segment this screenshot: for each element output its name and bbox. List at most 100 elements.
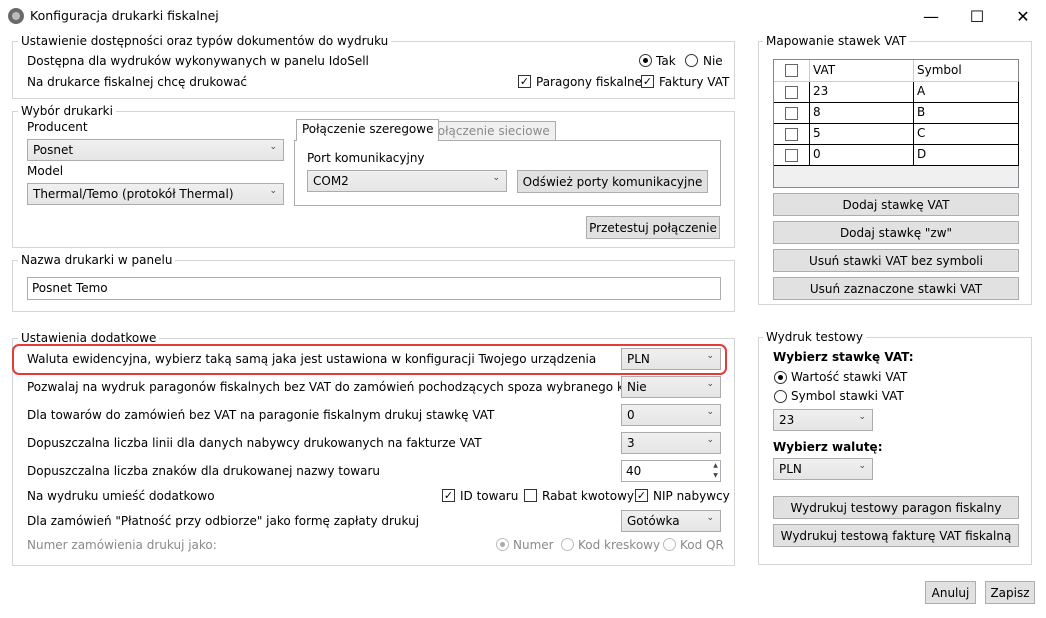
order-number-radio-qr[interactable] — [663, 538, 676, 551]
invoices-checkbox[interactable]: ✓ — [641, 75, 654, 88]
tab-network[interactable]: Połączenie sieciowe — [425, 121, 556, 141]
symbol-cell[interactable]: B — [914, 103, 1019, 124]
vat-mapping-legend: Mapowanie stawek VAT — [763, 34, 910, 48]
rate-symbol-radio[interactable] — [774, 390, 787, 403]
app-icon — [8, 8, 24, 24]
model-select[interactable]: Thermal/Temo (protokół Thermal) ⌄ — [27, 183, 284, 205]
spin-arrows-icon[interactable]: ▲ ▼ — [711, 461, 720, 483]
port-select[interactable]: COM2 ⌄ — [307, 170, 507, 192]
chevron-down-icon: ⌄ — [706, 513, 714, 523]
invoices-label: Faktury VAT — [659, 75, 730, 89]
test-currency-select[interactable]: PLN ⌄ — [773, 458, 873, 480]
nip-label: NIP nabywcy — [653, 489, 730, 503]
chevron-down-icon: ⌄ — [706, 407, 714, 417]
also-print-label: Na wydruku umieść dodatkowo — [27, 489, 215, 503]
extra-settings-legend: Ustawienia dodatkowe — [18, 331, 160, 345]
rate-value-radio[interactable] — [774, 371, 787, 384]
vat-rate-select[interactable]: 0 ⌄ — [621, 404, 721, 426]
currency-select[interactable]: PLN ⌄ — [621, 348, 721, 370]
availability-group — [12, 41, 735, 99]
printer-name-input[interactable]: Posnet Temo — [27, 277, 721, 300]
chevron-down-icon: ⌄ — [858, 412, 866, 422]
symbol-cell[interactable]: D — [914, 145, 1019, 166]
rate-value-label: Wartość stawki VAT — [791, 370, 908, 384]
receipts-checkbox[interactable]: ✓ — [518, 75, 531, 88]
remove-selected-button[interactable]: Usuń zaznaczone stawki VAT — [773, 277, 1019, 300]
nip-checkbox[interactable]: ✓ — [635, 489, 648, 502]
lines-select[interactable]: 3 ⌄ — [621, 432, 721, 454]
vat-col-header[interactable]: VAT — [810, 60, 914, 82]
vat-cell[interactable]: 5 — [810, 124, 914, 145]
add-zw-button[interactable]: Dodaj stawkę "zw" — [773, 221, 1019, 244]
row-checkbox[interactable] — [785, 149, 798, 162]
port-value: COM2 — [313, 174, 349, 188]
test-connection-button[interactable]: Przetestuj połączenie — [586, 216, 720, 239]
id-product-label: ID towaru — [460, 489, 519, 503]
id-product-checkbox[interactable]: ✓ — [442, 489, 455, 502]
print-types-label: Na drukarce fiskalnej chcę drukować — [27, 75, 248, 89]
vat-cell[interactable]: 8 — [810, 103, 914, 124]
refresh-ports-button[interactable]: Odśwież porty komunikacyjne — [517, 170, 708, 193]
save-button[interactable]: Zapisz — [985, 581, 1035, 604]
producer-label: Producent — [27, 120, 88, 134]
print-test-receipt-button[interactable]: Wydrukuj testowy paragon fiskalny — [773, 496, 1019, 519]
symbol-cell[interactable]: C — [914, 124, 1019, 145]
model-label: Model — [27, 164, 64, 178]
chevron-down-icon: ⌄ — [706, 379, 714, 389]
order-number-label: Numer zamówienia drukuj jako: — [27, 538, 217, 552]
currency-value: PLN — [627, 352, 650, 366]
order-number-barcode-label: Kod kreskowy — [578, 538, 661, 552]
symbol-cell[interactable]: A — [914, 82, 1019, 103]
test-currency-value: PLN — [779, 462, 802, 476]
close-button[interactable]: ✕ — [1000, 0, 1046, 32]
print-test-invoice-button[interactable]: Wydrukuj testową fakturę VAT fiskalną — [773, 524, 1019, 547]
available-yes-radio[interactable] — [639, 54, 652, 67]
vat-cell[interactable]: 0 — [810, 145, 914, 166]
choose-rate-heading: Wybierz stawkę VAT: — [773, 350, 914, 364]
maximize-button[interactable]: ☐ — [954, 0, 1000, 32]
test-print-legend: Wydruk testowy — [763, 330, 866, 344]
receipts-label: Paragony fiskalne — [536, 75, 643, 89]
discount-label: Rabat kwotowy — [542, 489, 634, 503]
remove-without-symbol-button[interactable]: Usuń stawki VAT bez symboli — [773, 249, 1019, 272]
vat-rate-value: 0 — [627, 408, 635, 422]
symbol-col-header[interactable]: Symbol — [914, 60, 1018, 82]
chars-label: Dopuszczalna liczba znaków dla drukowane… — [27, 464, 380, 478]
no-vat-label: Pozwalaj na wydruk paragonów fiskalnych … — [27, 380, 648, 394]
cod-label: Dla zamówień "Płatność przy odbiorze" ja… — [27, 514, 420, 528]
select-all-checkbox[interactable] — [785, 64, 798, 77]
no-vat-select[interactable]: Nie ⌄ — [621, 376, 721, 398]
port-label: Port komunikacyjny — [307, 151, 425, 165]
row-checkbox[interactable] — [785, 86, 798, 99]
no-vat-value: Nie — [627, 380, 647, 394]
producer-select[interactable]: Posnet ⌄ — [27, 139, 284, 161]
choose-currency-heading: Wybierz walutę: — [773, 440, 883, 454]
row-checkbox[interactable] — [785, 128, 798, 141]
chevron-down-icon: ⌄ — [858, 461, 866, 471]
chevron-down-icon: ⌄ — [269, 142, 277, 152]
tab-serial[interactable]: Połączenie szeregowe — [296, 119, 440, 141]
test-rate-value: 23 — [779, 413, 795, 427]
vat-cell[interactable]: 23 — [810, 82, 914, 103]
cod-select[interactable]: Gotówka ⌄ — [621, 510, 721, 532]
test-rate-select[interactable]: 23 ⌄ — [773, 409, 873, 431]
cancel-button[interactable]: Anuluj — [925, 581, 976, 604]
available-no-radio[interactable] — [685, 54, 698, 67]
currency-label: Waluta ewidencyjna, wybierz taką samą ja… — [27, 352, 597, 366]
vat-rate-label: Dla towarów do zamówień bez VAT na parag… — [27, 408, 495, 422]
add-rate-button[interactable]: Dodaj stawkę VAT — [773, 193, 1019, 216]
row-checkbox[interactable] — [785, 107, 798, 120]
order-number-radio-number[interactable] — [496, 538, 509, 551]
availability-legend: Ustawienie dostępności oraz typów dokume… — [18, 34, 392, 48]
vat-grid: VAT Symbol 23 A 8 B 5 C 0 D — [773, 59, 1019, 188]
discount-checkbox[interactable] — [524, 489, 537, 502]
printer-legend: Wybór drukarki — [18, 104, 116, 118]
chevron-down-icon: ⌄ — [269, 186, 277, 196]
chars-input[interactable]: 40 — [621, 460, 721, 482]
rate-symbol-label: Symbol stawki VAT — [791, 389, 904, 403]
order-number-radio-barcode[interactable] — [561, 538, 574, 551]
chevron-down-icon: ⌄ — [492, 173, 500, 183]
minimize-button[interactable]: — — [908, 0, 954, 32]
chevron-down-icon: ⌄ — [706, 351, 714, 361]
model-value: Thermal/Temo (protokół Thermal) — [33, 187, 234, 201]
